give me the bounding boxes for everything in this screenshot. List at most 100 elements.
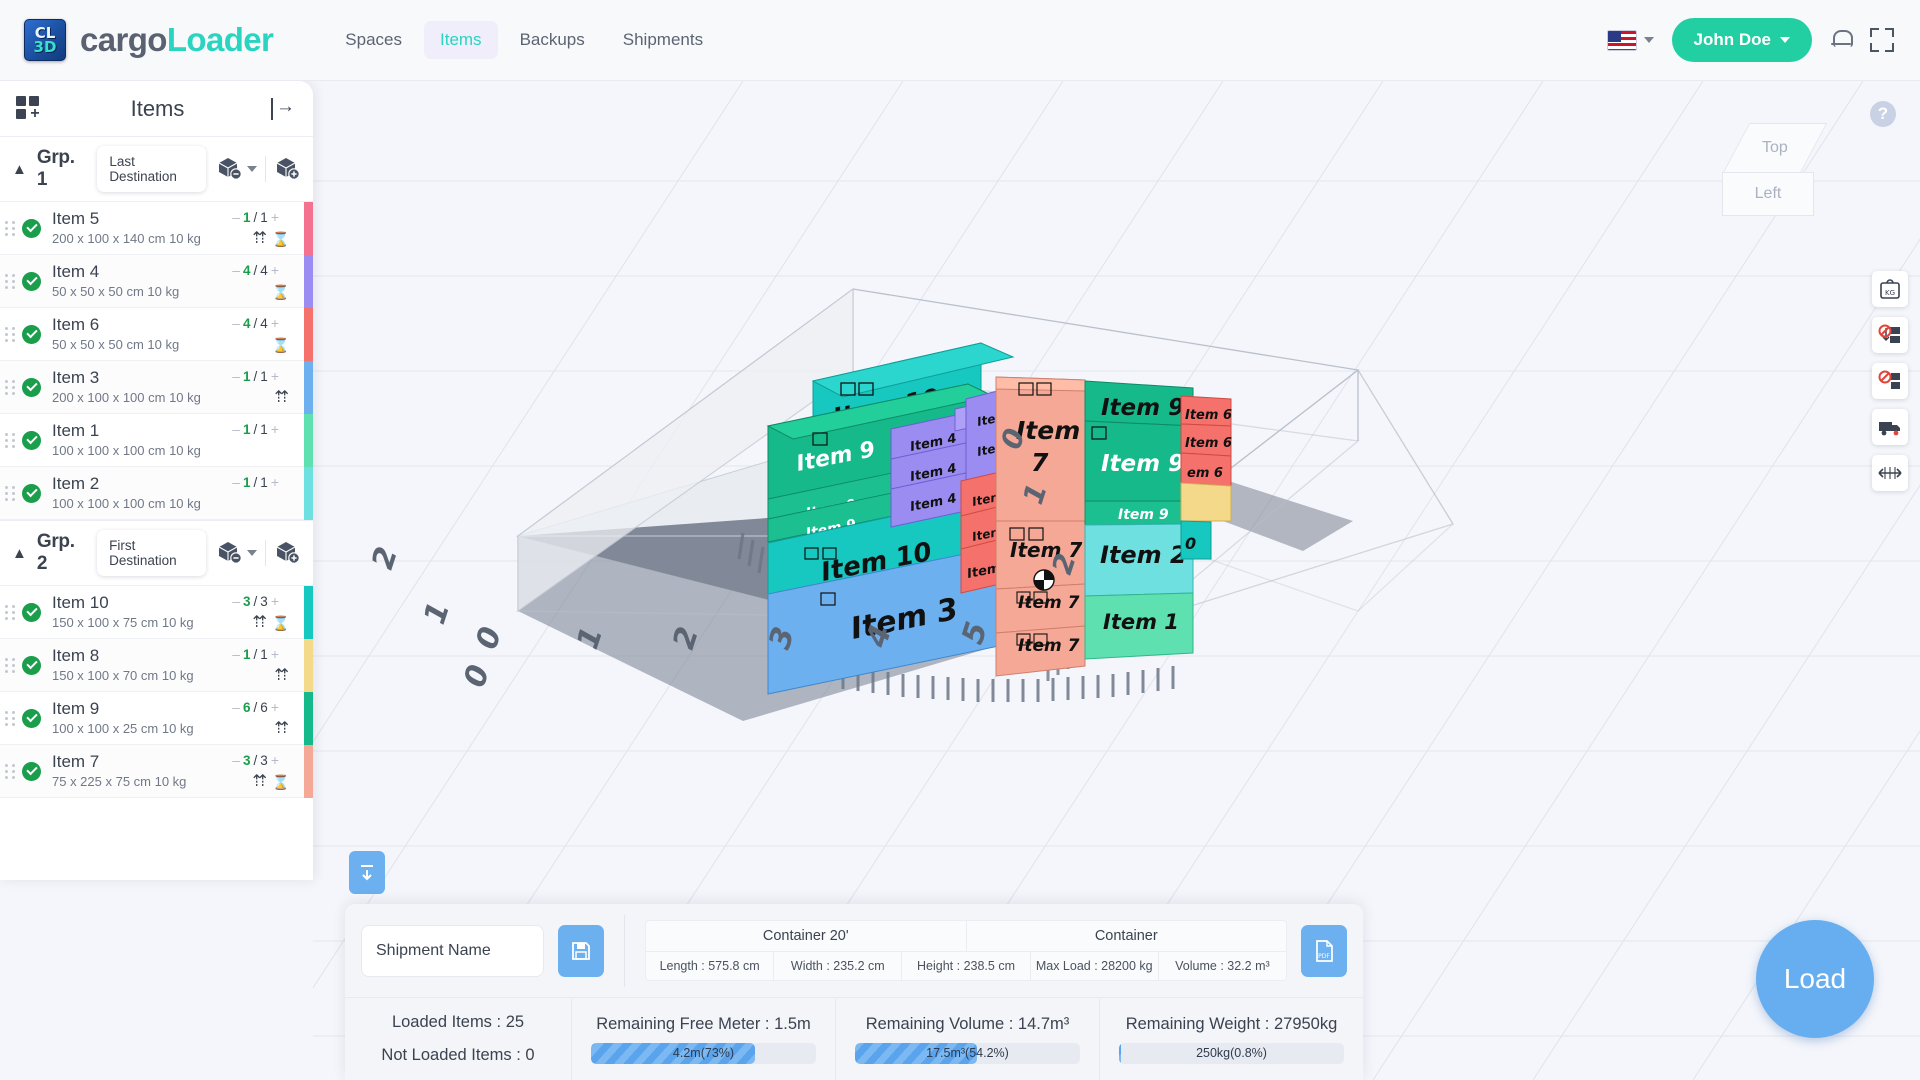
item-checked-icon[interactable] — [22, 655, 41, 675]
fullscreen-expand-icon[interactable] — [1870, 28, 1894, 52]
quantity-stepper[interactable]: – 1 / 1 + — [232, 474, 279, 490]
list-item[interactable]: Item 1 100 x 100 x 100 cm 10 kg – 1 / 1 … — [0, 414, 313, 467]
quantity-stepper[interactable]: – 1 / 1 + — [232, 421, 279, 437]
drag-handle-icon[interactable] — [5, 708, 16, 728]
qty-decrement-button[interactable]: – — [232, 699, 240, 715]
list-item[interactable]: Item 8 150 x 100 x 70 cm 10 kg – 1 / 1 + — [0, 639, 313, 692]
item-checked-icon[interactable] — [22, 218, 41, 238]
grid-add-icon[interactable]: + — [16, 95, 44, 122]
no-stack-down-tool[interactable] — [1872, 317, 1908, 353]
nav-item-spaces[interactable]: Spaces — [329, 21, 418, 59]
drag-handle-icon[interactable] — [5, 655, 16, 675]
user-menu-button[interactable]: John Doe — [1671, 18, 1812, 62]
quantity-stepper[interactable]: – 6 / 6 + — [232, 699, 279, 715]
quantity-stepper[interactable]: – 3 / 3 + — [232, 593, 279, 609]
qty-decrement-button[interactable]: – — [232, 262, 240, 278]
qty-increment-button[interactable]: + — [271, 752, 279, 768]
collapse-panel-icon[interactable] — [271, 96, 297, 120]
list-item[interactable]: Item 2 100 x 100 x 100 cm 10 kg – 1 / 1 … — [0, 467, 313, 520]
truck-view-tool[interactable] — [1872, 409, 1908, 445]
qty-decrement-button[interactable]: – — [232, 368, 240, 384]
viewcube-left-face[interactable]: Left — [1722, 172, 1814, 216]
container-table-header-row: Container 20' Container — [646, 921, 1286, 951]
quantity-stepper[interactable]: – 4 / 4 + — [232, 315, 279, 331]
qty-separator: / — [253, 262, 258, 278]
qty-decrement-button[interactable]: – — [232, 752, 240, 768]
load-button[interactable]: Load — [1756, 920, 1874, 1038]
cube-remove-icon[interactable] — [216, 540, 243, 566]
quantity-stepper[interactable]: – 1 / 1 + — [232, 368, 279, 384]
statistics-row: Loaded Items : 25 Not Loaded Items : 0 R… — [345, 997, 1363, 1080]
group-destination-1[interactable]: Last Destination — [97, 146, 206, 192]
drag-handle-icon[interactable] — [5, 324, 16, 344]
chevron-down-icon[interactable] — [247, 550, 257, 556]
drag-handle-icon[interactable] — [5, 271, 16, 291]
drag-handle-icon[interactable] — [5, 761, 16, 781]
qty-increment-button[interactable]: + — [271, 421, 279, 437]
qty-decrement-button[interactable]: – — [232, 474, 240, 490]
group-destination-2[interactable]: First Destination — [97, 530, 206, 576]
cube-add-icon[interactable] — [274, 156, 301, 182]
qty-increment-button[interactable]: + — [271, 315, 279, 331]
drag-handle-icon[interactable] — [5, 483, 16, 503]
qty-increment-button[interactable]: + — [271, 209, 279, 225]
list-item[interactable]: Item 5 200 x 100 x 140 cm 10 kg – 1 / 1 … — [0, 202, 313, 255]
quantity-stepper[interactable]: – 1 / 1 + — [232, 646, 279, 662]
shipment-name-input[interactable] — [361, 924, 544, 977]
sidebar-scroll-area[interactable]: ▲ Grp. 1 Last Destination Item 5 200 x 1… — [0, 137, 313, 880]
qty-increment-button[interactable]: + — [271, 593, 279, 609]
quantity-stepper[interactable]: – 4 / 4 + — [232, 262, 279, 278]
save-button[interactable] — [558, 924, 604, 977]
qty-decrement-button[interactable]: – — [232, 315, 240, 331]
list-item[interactable]: Item 7 75 x 225 x 75 cm 10 kg – 3 / 3 + — [0, 745, 313, 798]
list-item[interactable]: Item 10 150 x 100 x 75 cm 10 kg – 3 / 3 … — [0, 586, 313, 639]
weight-kg-tool[interactable]: KG — [1872, 271, 1908, 307]
cube-add-icon[interactable] — [274, 540, 301, 566]
qty-increment-button[interactable]: + — [271, 699, 279, 715]
measure-tool[interactable] — [1872, 455, 1908, 491]
item-checked-icon[interactable] — [22, 430, 41, 450]
drag-handle-icon[interactable] — [5, 430, 16, 450]
qty-increment-button[interactable]: + — [271, 646, 279, 662]
qty-increment-button[interactable]: + — [271, 474, 279, 490]
divider — [624, 914, 625, 987]
qty-decrement-button[interactable]: – — [232, 646, 240, 662]
nav-item-shipments[interactable]: Shipments — [607, 21, 719, 59]
chevron-down-icon[interactable] — [247, 166, 257, 172]
qty-increment-button[interactable]: + — [271, 368, 279, 384]
fragile-icon — [272, 337, 289, 354]
qty-decrement-button[interactable]: – — [232, 593, 240, 609]
list-item[interactable]: Item 3 200 x 100 x 100 cm 10 kg – 1 / 1 … — [0, 361, 313, 414]
item-checked-icon[interactable] — [22, 483, 41, 503]
item-checked-icon[interactable] — [22, 708, 41, 728]
chevron-up-icon[interactable]: ▲ — [12, 545, 27, 562]
drag-handle-icon[interactable] — [5, 218, 16, 238]
qty-decrement-button[interactable]: – — [232, 209, 240, 225]
notification-bell-icon[interactable] — [1830, 28, 1853, 52]
nav-item-items[interactable]: Items — [424, 21, 498, 59]
cube-remove-icon[interactable] — [216, 156, 243, 182]
chevron-up-icon[interactable]: ▲ — [12, 161, 27, 178]
item-checked-icon[interactable] — [22, 602, 41, 622]
list-item[interactable]: Item 4 50 x 50 x 50 cm 10 kg – 4 / 4 + — [0, 255, 313, 308]
nav-item-backups[interactable]: Backups — [504, 21, 601, 59]
no-side-load-tool[interactable] — [1872, 363, 1908, 399]
quantity-stepper[interactable]: – 1 / 1 + — [232, 209, 279, 225]
item-checked-icon[interactable] — [22, 761, 41, 781]
item-checked-icon[interactable] — [22, 271, 41, 291]
drop-down-arrow-icon[interactable] — [349, 851, 385, 894]
drag-handle-icon[interactable] — [5, 377, 16, 397]
view-orientation-cube[interactable]: Top Left — [1722, 123, 1828, 231]
quantity-stepper[interactable]: – 3 / 3 + — [232, 752, 279, 768]
pdf-export-button[interactable]: PDF — [1301, 924, 1347, 977]
viewcube-top-face[interactable]: Top — [1722, 123, 1828, 173]
list-item[interactable]: Item 9 100 x 100 x 25 cm 10 kg – 6 / 6 + — [0, 692, 313, 745]
qty-decrement-button[interactable]: – — [232, 421, 240, 437]
item-checked-icon[interactable] — [22, 324, 41, 344]
item-checked-icon[interactable] — [22, 377, 41, 397]
list-item[interactable]: Item 6 50 x 50 x 50 cm 10 kg – 4 / 4 + — [0, 308, 313, 361]
help-question-icon[interactable]: ? — [1870, 101, 1896, 127]
drag-handle-icon[interactable] — [5, 602, 16, 622]
qty-increment-button[interactable]: + — [271, 262, 279, 278]
language-selector[interactable] — [1606, 29, 1654, 51]
